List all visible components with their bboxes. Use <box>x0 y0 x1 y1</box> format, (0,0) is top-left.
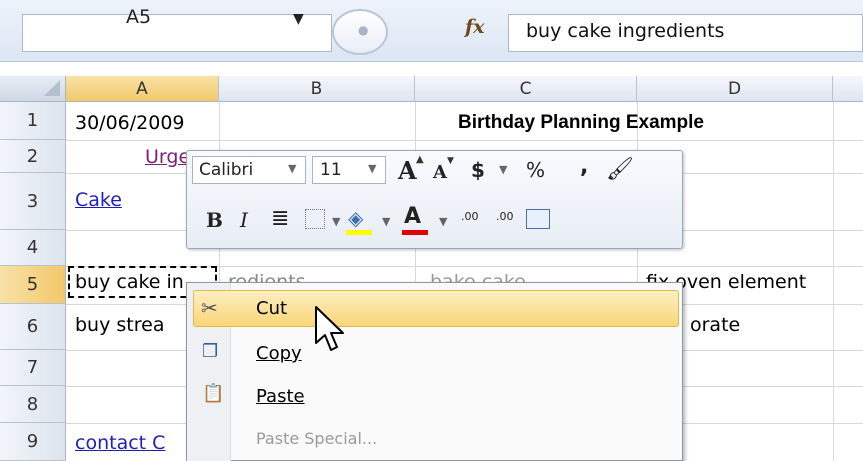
chevron-down-icon[interactable]: ▼ <box>368 162 376 175</box>
cell-a1[interactable]: 30/06/2009 <box>75 112 185 134</box>
borders-icon[interactable] <box>305 209 325 229</box>
row-header-6[interactable]: 6 <box>0 304 66 350</box>
column-header-c[interactable]: C <box>415 76 637 102</box>
row-header-8[interactable]: 8 <box>0 386 66 423</box>
grid-line <box>833 102 834 461</box>
menu-item-paste-label: Paste <box>256 386 305 407</box>
cell-d6[interactable]: orate <box>690 314 740 336</box>
increase-decimal-button[interactable]: .00 <box>461 210 479 223</box>
name-box-dropdown-icon[interactable]: ▼ <box>293 11 304 27</box>
row-header-2[interactable]: 2 <box>0 140 66 173</box>
comma-style-button[interactable]: , <box>580 154 588 179</box>
mouse-cursor-icon <box>315 306 344 351</box>
chevron-down-icon[interactable]: ▼ <box>499 163 507 176</box>
bold-button[interactable]: B <box>206 208 223 232</box>
column-header-d[interactable]: D <box>637 76 833 102</box>
chevron-down-icon[interactable]: ▼ <box>382 215 390 228</box>
cell-a3[interactable]: Cake <box>75 189 122 211</box>
formula-value: buy cake ingredients <box>526 20 725 42</box>
font-size-value: 11 <box>320 160 342 180</box>
select-all-icon[interactable] <box>44 80 60 96</box>
percent-button[interactable]: % <box>526 158 545 182</box>
scissors-icon: ✂ <box>201 296 218 320</box>
cell-a6[interactable]: buy strea <box>75 314 164 336</box>
cell-a2[interactable]: Urge <box>145 146 190 168</box>
column-header-e[interactable] <box>833 76 863 102</box>
cell-a9[interactable]: contact C <box>75 432 165 454</box>
function-icon[interactable]: fx <box>465 16 485 38</box>
row-header-5[interactable]: 5 <box>0 266 66 304</box>
font-color-button[interactable]: A <box>404 204 421 229</box>
column-header-b[interactable]: B <box>219 76 415 102</box>
fill-color-icon[interactable]: ◈ <box>348 206 363 230</box>
copy-icon: ❐ <box>202 341 219 362</box>
italic-button[interactable]: I <box>240 208 248 232</box>
grid-line <box>66 140 863 141</box>
name-box[interactable] <box>22 14 332 52</box>
chevron-down-icon[interactable]: ▼ <box>288 162 296 175</box>
chevron-down-icon[interactable]: ▼ <box>332 215 340 228</box>
decrease-decimal-button[interactable]: .00 <box>496 210 514 223</box>
row-header-3[interactable]: 3 <box>0 173 66 230</box>
row-header-1[interactable]: 1 <box>0 102 66 140</box>
font-name-value: Calibri <box>199 160 254 180</box>
chevron-down-icon[interactable]: ▼ <box>439 215 447 228</box>
shrink-font-button[interactable]: A <box>433 162 447 183</box>
merge-center-icon[interactable] <box>526 209 550 229</box>
grow-font-button[interactable]: A <box>398 156 417 185</box>
arrow-down-icon: ▼ <box>447 156 454 166</box>
center-align-icon[interactable]: ≣ <box>271 206 289 231</box>
paste-icon: 📋 <box>202 383 225 404</box>
row-header-9[interactable]: 9 <box>0 423 66 461</box>
menu-item-copy-label: Copy <box>256 343 302 364</box>
format-painter-icon[interactable]: 🖌 <box>606 157 634 182</box>
currency-button[interactable]: $ <box>471 158 485 182</box>
row-header-7[interactable]: 7 <box>0 350 66 386</box>
menu-item-cut-label: Cut <box>256 298 288 319</box>
fill-color-swatch <box>346 230 372 235</box>
name-box-value: A5 <box>126 6 152 28</box>
cell-c1[interactable]: Birthday Planning Example <box>458 112 704 134</box>
arrow-up-icon: ▲ <box>416 154 424 165</box>
column-header-a[interactable]: A <box>66 76 219 102</box>
row-header-4[interactable]: 4 <box>0 230 66 266</box>
font-color-swatch <box>402 230 428 235</box>
dot-icon: ● <box>358 23 369 37</box>
menu-item-paste-special-label: Paste Special... <box>256 429 378 448</box>
